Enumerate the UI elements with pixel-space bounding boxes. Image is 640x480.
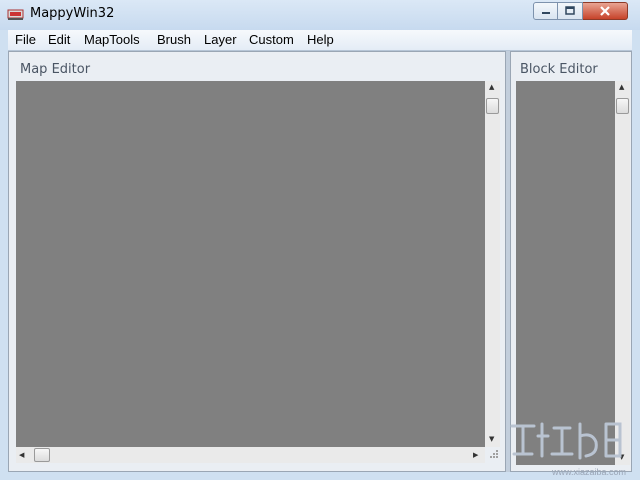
menu-edit[interactable]: Edit [48, 32, 70, 47]
close-button[interactable] [583, 2, 628, 20]
resize-grip-icon[interactable] [487, 449, 499, 461]
block-vertical-scroll-thumb[interactable] [616, 98, 629, 114]
map-editor-title: Map Editor [20, 62, 91, 77]
close-icon [600, 6, 610, 16]
menu-bar: File Edit MapTools Brush Layer Custom He… [8, 30, 632, 51]
menu-help[interactable]: Help [307, 32, 334, 47]
scroll-right-arrow-icon[interactable]: ▶ [473, 451, 478, 459]
watermark-text: www.xiazaiba.com [551, 467, 626, 477]
scroll-left-arrow-icon[interactable]: ◀ [19, 451, 24, 459]
block-editor-vertical-scrollbar[interactable]: ▲ ▼ [615, 81, 630, 465]
menu-custom[interactable]: Custom [249, 32, 294, 47]
vertical-scroll-thumb[interactable] [486, 98, 499, 114]
block-editor-title: Block Editor [520, 62, 598, 77]
minimize-button[interactable] [533, 2, 558, 20]
block-editor-pane: Block Editor ▲ ▼ [510, 51, 632, 472]
client-area: Map Editor ▲ ▼ ◀ ▶ Block Editor ▲ ▼ [8, 51, 632, 472]
menu-maptools[interactable]: MapTools [84, 32, 140, 47]
scroll-up-arrow-icon[interactable]: ▲ [489, 83, 494, 91]
map-editor-pane: Map Editor ▲ ▼ ◀ ▶ [8, 51, 506, 472]
map-editor-horizontal-scrollbar[interactable]: ◀ ▶ [16, 447, 485, 463]
menu-brush[interactable]: Brush [157, 32, 191, 47]
minimize-icon [541, 12, 550, 14]
map-editor-vertical-scrollbar[interactable]: ▲ ▼ [485, 81, 500, 447]
horizontal-scroll-thumb[interactable] [34, 448, 50, 462]
title-bar[interactable]: MappyWin32 [0, 0, 640, 30]
menu-layer[interactable]: Layer [204, 32, 237, 47]
maximize-button[interactable] [558, 2, 583, 20]
scroll-down-arrow-icon[interactable]: ▼ [489, 435, 494, 443]
map-editor-canvas[interactable] [16, 81, 485, 447]
block-scroll-up-arrow-icon[interactable]: ▲ [619, 83, 624, 91]
maximize-icon [565, 6, 575, 15]
app-logo-icon [7, 9, 24, 20]
window-title: MappyWin32 [30, 6, 115, 21]
app-window: MappyWin32 File Edit MapTools Brush Laye… [0, 0, 640, 480]
watermark-logo-icon [510, 422, 622, 460]
block-editor-canvas[interactable] [516, 81, 615, 465]
menu-file[interactable]: File [15, 32, 36, 47]
